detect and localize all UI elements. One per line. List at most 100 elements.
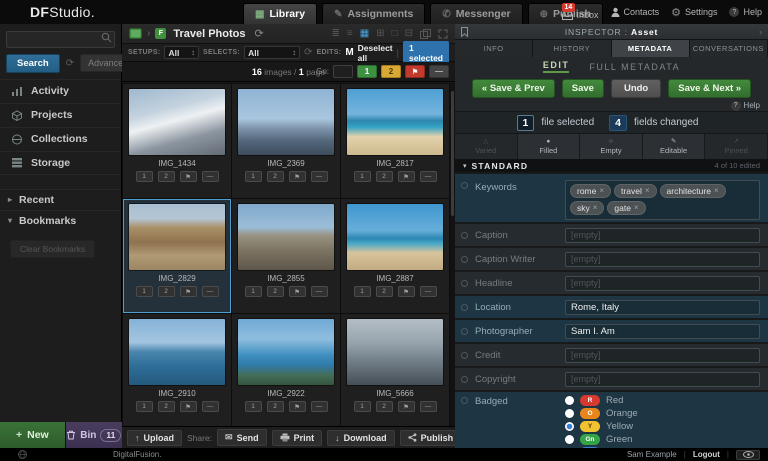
rate-2-button[interactable]: 2 bbox=[157, 171, 175, 182]
photo-thumbnail[interactable] bbox=[129, 89, 225, 155]
photo-cell[interactable]: IMG_2910 1 2 ⚑ — bbox=[123, 314, 231, 426]
filter-varied[interactable]: △ Varied bbox=[455, 134, 518, 159]
rate-2-button[interactable]: 2 bbox=[375, 171, 393, 182]
pin-icon[interactable] bbox=[461, 26, 468, 37]
search-reset-icon[interactable]: ⟳ bbox=[66, 58, 74, 69]
sidebar-section-bookmarks[interactable]: ▾ Bookmarks bbox=[0, 209, 121, 231]
rate-2-button[interactable]: 2 bbox=[157, 286, 175, 297]
filter-editable[interactable]: ✎ Editable bbox=[642, 134, 706, 159]
select-1-button[interactable]: 1 bbox=[357, 65, 377, 78]
save-button[interactable]: Save bbox=[561, 78, 604, 98]
keyword-tag[interactable]: gate × bbox=[607, 201, 646, 215]
photo-thumbnail[interactable] bbox=[129, 204, 225, 270]
stack-icon[interactable] bbox=[420, 28, 431, 39]
caption-writer-input[interactable]: [empty] bbox=[565, 251, 760, 267]
keyword-tag[interactable]: travel × bbox=[614, 184, 657, 198]
sidebar-section-recent[interactable]: ▸ Recent bbox=[0, 188, 121, 210]
rate-1-button[interactable]: 1 bbox=[353, 401, 371, 412]
publish-button[interactable]: Publish bbox=[399, 429, 462, 446]
tab-messenger[interactable]: ✆ Messenger bbox=[430, 3, 523, 24]
print-button[interactable]: Print bbox=[271, 429, 323, 446]
rate-2-button[interactable]: 2 bbox=[375, 401, 393, 412]
send-button[interactable]: ✉ Send bbox=[217, 429, 267, 446]
rate-none-button[interactable]: — bbox=[310, 401, 328, 412]
detail-view-icon[interactable]: ≡ bbox=[347, 28, 353, 39]
list-view-icon[interactable]: ≣ bbox=[331, 28, 339, 39]
rate-2-button[interactable]: 2 bbox=[266, 171, 284, 182]
tab-conversations[interactable]: CONVERSATIONS bbox=[689, 40, 768, 57]
photo-cell[interactable]: IMG_2817 1 2 ⚑ — bbox=[341, 84, 449, 198]
photo-cell[interactable]: IMG_2855 1 2 ⚑ — bbox=[232, 199, 340, 313]
rate-none-button[interactable]: — bbox=[201, 171, 219, 182]
pin-circle[interactable] bbox=[461, 255, 468, 263]
subtab-edit[interactable]: EDIT bbox=[542, 60, 570, 73]
rate-2-button[interactable]: 2 bbox=[266, 286, 284, 297]
single-view-icon[interactable]: □ bbox=[392, 28, 398, 39]
rate-none-button[interactable]: — bbox=[201, 286, 219, 297]
select-flag-button[interactable]: ⚑ bbox=[405, 65, 425, 78]
fullscreen-icon[interactable] bbox=[438, 28, 448, 39]
upload-button[interactable]: ↑ Upload bbox=[127, 429, 182, 446]
photo-thumbnail[interactable] bbox=[238, 319, 334, 385]
pin-circle[interactable] bbox=[461, 351, 468, 359]
rate-1-button[interactable]: 1 bbox=[244, 286, 262, 297]
subtab-full-metadata[interactable]: FULL METADATA bbox=[589, 62, 680, 72]
photo-cell[interactable]: IMG_1434 1 2 ⚑ — bbox=[123, 84, 231, 198]
caption-input[interactable]: [empty] bbox=[565, 227, 760, 243]
rate-none-button[interactable]: — bbox=[201, 401, 219, 412]
sidebar-item-projects[interactable]: Projects bbox=[0, 102, 121, 127]
inbox-button[interactable]: 14 Inbox bbox=[561, 3, 599, 20]
pin-circle[interactable] bbox=[461, 327, 468, 335]
photo-thumbnail[interactable] bbox=[238, 204, 334, 270]
pin-circle[interactable] bbox=[461, 231, 468, 239]
bin-button[interactable]: Bin 11 bbox=[65, 422, 122, 448]
rate-flag-button[interactable]: ⚑ bbox=[288, 401, 306, 412]
remove-tag-icon[interactable]: × bbox=[593, 202, 598, 214]
remove-tag-icon[interactable]: × bbox=[645, 185, 650, 197]
undo-button[interactable]: Undo bbox=[610, 78, 662, 98]
sidebar-item-storage[interactable]: Storage bbox=[0, 150, 121, 175]
tab-library[interactable]: ▦ Library bbox=[243, 3, 318, 24]
rate-1-button[interactable]: 1 bbox=[244, 401, 262, 412]
contacts-button[interactable]: Contacts bbox=[611, 7, 659, 17]
badge-option-green[interactable]: Gn Green bbox=[565, 434, 638, 445]
new-button[interactable]: + New bbox=[0, 422, 66, 448]
photo-thumbnail[interactable] bbox=[347, 319, 443, 385]
rate-none-button[interactable]: — bbox=[419, 286, 437, 297]
rate-1-button[interactable]: 1 bbox=[353, 286, 371, 297]
panel-chevron-icon[interactable]: › bbox=[759, 27, 762, 37]
select-none-button[interactable]: — bbox=[429, 65, 449, 78]
rate-2-button[interactable]: 2 bbox=[266, 401, 284, 412]
pin-circle[interactable] bbox=[461, 303, 468, 311]
rate-flag-button[interactable]: ⚑ bbox=[288, 286, 306, 297]
search-input[interactable] bbox=[6, 30, 115, 48]
settings-button[interactable]: ⚙ Settings bbox=[671, 6, 717, 19]
download-button[interactable]: ↓ Download bbox=[327, 429, 395, 446]
compare-view-icon[interactable]: ⊟ bbox=[405, 28, 413, 39]
help-button[interactable]: ? Help bbox=[729, 7, 762, 17]
radio-button[interactable] bbox=[565, 396, 574, 405]
photo-cell[interactable]: IMG_2922 1 2 ⚑ — bbox=[232, 314, 340, 426]
rate-flag-button[interactable]: ⚑ bbox=[397, 286, 415, 297]
photographer-input[interactable]: Sam I. Am bbox=[565, 323, 760, 339]
rate-flag-button[interactable]: ⚑ bbox=[179, 286, 197, 297]
tab-info[interactable]: INFO bbox=[455, 40, 534, 57]
rate-none-button[interactable]: — bbox=[419, 171, 437, 182]
badge-option-orange[interactable]: O Orange bbox=[565, 408, 638, 419]
tab-assignments[interactable]: ✎ Assignments bbox=[322, 3, 426, 24]
rate-1-button[interactable]: 1 bbox=[135, 401, 153, 412]
copyright-input[interactable]: [empty] bbox=[565, 371, 760, 387]
refresh-icon[interactable]: ⟳ bbox=[254, 27, 263, 40]
filter-filled[interactable]: ● Filled bbox=[517, 134, 581, 159]
standard-section-header[interactable]: ▾ STANDARD 4 of 10 edited bbox=[455, 159, 768, 172]
tab-metadata[interactable]: METADATA bbox=[611, 40, 690, 57]
badge-option-red[interactable]: R Red bbox=[565, 395, 638, 406]
photo-thumbnail[interactable] bbox=[347, 89, 443, 155]
folder-icon[interactable]: F bbox=[155, 28, 167, 39]
remove-tag-icon[interactable]: × bbox=[714, 185, 719, 197]
deselect-all-button[interactable]: Deselect all bbox=[358, 43, 393, 63]
photo-cell-selected[interactable]: IMG_2829 1 2 ⚑ — bbox=[123, 199, 231, 313]
album-icon[interactable] bbox=[129, 28, 142, 39]
sidebar-item-collections[interactable]: Collections bbox=[0, 126, 121, 151]
pin-circle[interactable] bbox=[461, 279, 468, 287]
